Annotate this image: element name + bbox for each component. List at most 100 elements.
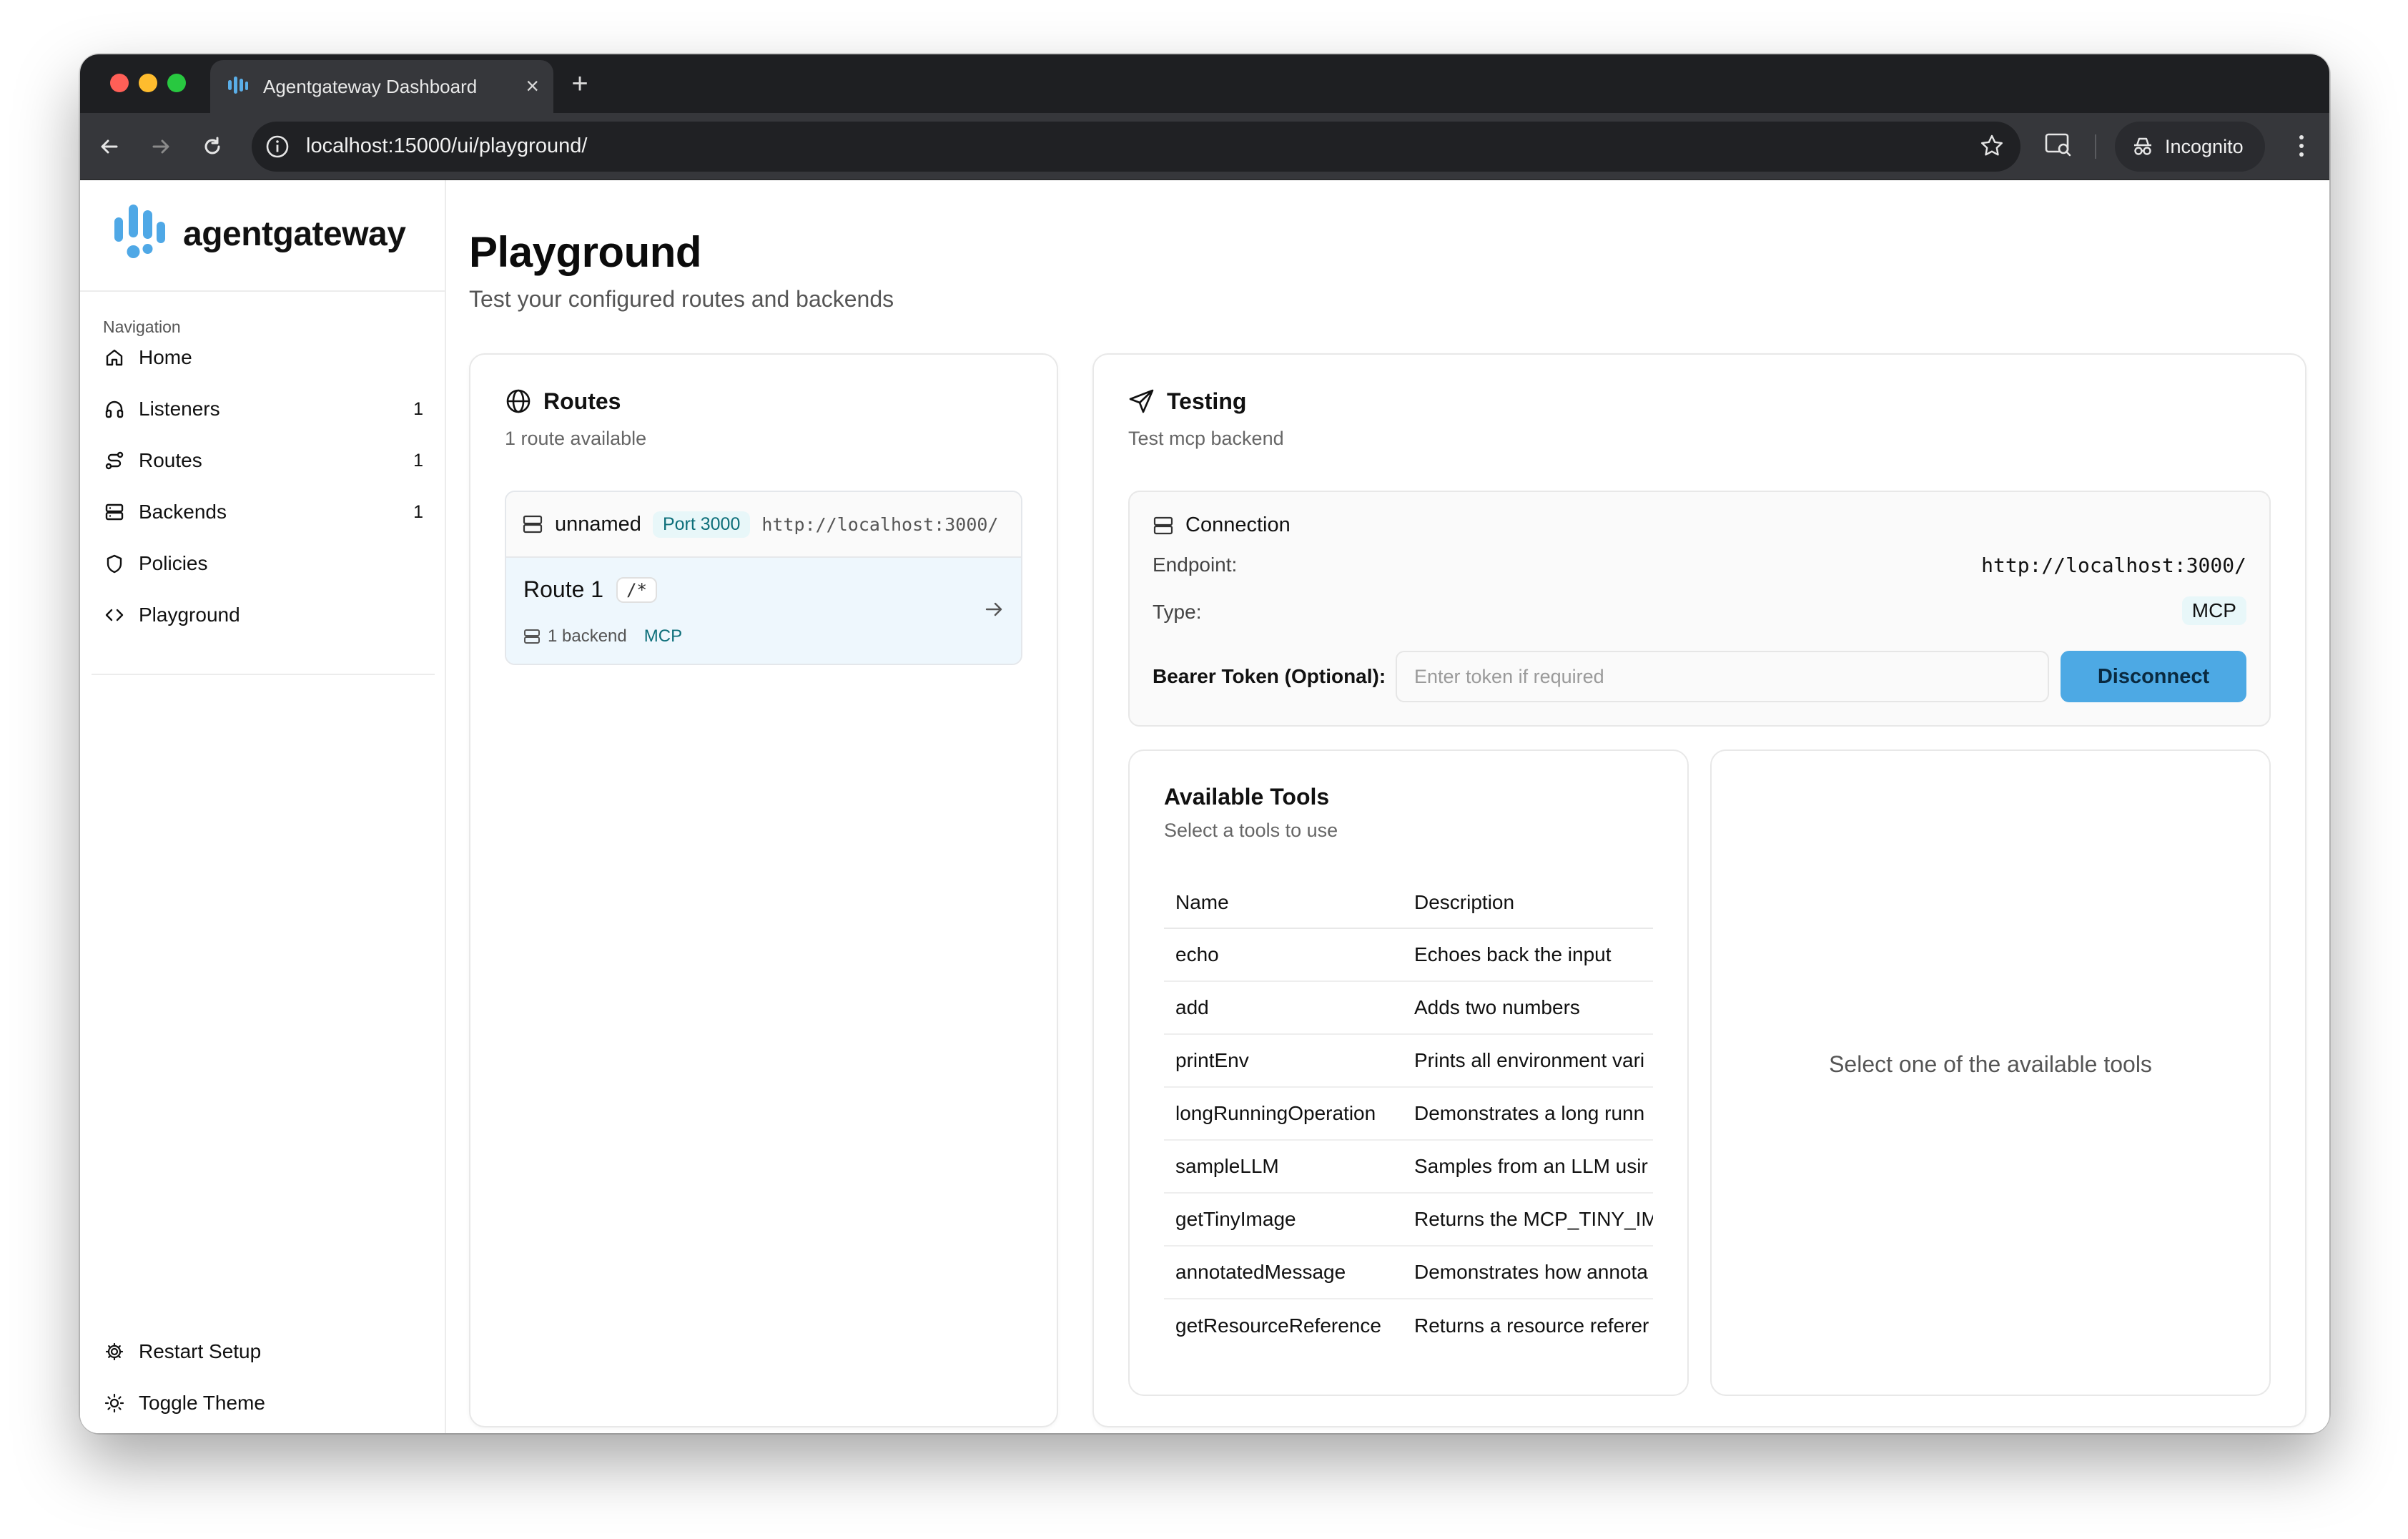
tool-description: Demonstrates how annota [1403, 1246, 1653, 1299]
tab-close-icon[interactable]: × [525, 72, 539, 100]
agentgateway-favicon-icon [228, 77, 248, 94]
table-row[interactable]: annotatedMessage Demonstrates how annota [1164, 1246, 1653, 1299]
tool-name: getTinyImage [1164, 1193, 1403, 1247]
reload-button[interactable] [194, 129, 230, 164]
tool-description: Returns the MCP_TINY_IM [1403, 1193, 1653, 1247]
tool-name: echo [1164, 928, 1403, 982]
sidebar-item-label: Home [139, 346, 192, 368]
headphones-icon [103, 398, 126, 421]
code-icon [103, 604, 126, 626]
tool-description: Demonstrates a long runn [1403, 1087, 1653, 1141]
browser-window: Agentgateway Dashboard × + localhost:150… [80, 54, 2329, 1433]
restart-setup-label: Restart Setup [139, 1340, 262, 1362]
disconnect-button[interactable]: Disconnect [2061, 651, 2246, 702]
connection-panel: Connection Endpoint: http://localhost:30… [1128, 491, 2271, 727]
back-button[interactable] [92, 129, 127, 164]
tab-strip: Agentgateway Dashboard × + [80, 54, 2329, 113]
table-row[interactable]: add Adds two numbers [1164, 981, 1653, 1035]
tool-detail-empty-message: Select one of the available tools [1829, 1051, 2152, 1077]
column-header-name: Name [1164, 877, 1403, 929]
sidebar-item-routes[interactable]: Routes 1 [103, 439, 423, 482]
tools-title: Available Tools [1164, 784, 1330, 810]
bookmark-star-icon[interactable] [1979, 133, 2005, 159]
logo[interactable]: agentgateway [112, 202, 406, 266]
page-subtitle: Test your configured routes and backends [469, 286, 894, 312]
sidebar-item-listeners[interactable]: Listeners 1 [103, 388, 423, 431]
column-header-description: Description [1403, 877, 1653, 929]
tools-subtitle: Select a tools to use [1164, 820, 1338, 841]
back-arrow-icon [101, 139, 118, 154]
shield-icon [103, 552, 126, 575]
route-backend-count: 1 backend [548, 626, 627, 646]
server-icon [1153, 516, 1173, 534]
globe-icon [506, 389, 531, 413]
routes-card-header: Routes [505, 388, 621, 415]
server-icon [524, 629, 540, 644]
address-bar[interactable]: localhost:15000/ui/playground/ [252, 122, 2020, 172]
tool-name: getResourceReference [1175, 1314, 1381, 1337]
table-row[interactable]: getResourceReference Returns a resource r… [1164, 1299, 1653, 1352]
table-row[interactable]: longRunningOperation Demonstrates a long … [1164, 1087, 1653, 1141]
forward-arrow-icon [152, 139, 169, 154]
table-row[interactable]: sampleLLM Samples from an LLM usir [1164, 1140, 1653, 1194]
sidebar-item-count: 1 [413, 398, 423, 419]
incognito-icon [2134, 137, 2151, 155]
toggle-theme-label: Toggle Theme [139, 1392, 265, 1414]
route-icon [103, 449, 126, 472]
tool-name: longRunningOperation [1164, 1087, 1403, 1141]
sidebar-item-count: 1 [413, 450, 423, 471]
bearer-token-input[interactable] [1396, 651, 2049, 702]
home-icon [103, 346, 126, 369]
endpoint-value: http://localhost:3000/ [1981, 554, 2246, 577]
page-title: Playground [469, 228, 702, 276]
arrow-right-icon [985, 602, 1002, 616]
incognito-label: Incognito [2165, 135, 2244, 157]
route-name-row: Route 1 /* [523, 576, 657, 603]
routes-card: Routes 1 route available unnamed Port 30… [469, 353, 1058, 1427]
sidebar-item-home[interactable]: Home [103, 336, 423, 379]
minimize-window-button[interactable] [139, 74, 157, 92]
agentgateway-logo-icon [114, 205, 165, 258]
browser-menu-icon[interactable] [2291, 130, 2312, 162]
testing-card-subtitle: Test mcp backend [1128, 428, 1284, 449]
testing-card-header: Testing [1128, 388, 1246, 415]
sidebar-item-backends[interactable]: Backends 1 [103, 491, 423, 534]
testing-card: Testing Test mcp backend Connection Endp… [1092, 353, 2306, 1427]
sidebar-item-label: Backends [139, 501, 227, 523]
route-name: Route 1 [523, 576, 604, 602]
routes-card-title: Routes [543, 388, 621, 414]
url-text: localhost:15000/ui/playground/ [306, 134, 588, 157]
table-row[interactable]: echo Echoes back the input [1164, 928, 1653, 982]
tool-name: add [1164, 981, 1403, 1035]
app-root: agentgateway Navigation Home Listeners 1… [80, 180, 2329, 1433]
table-row[interactable]: getTinyImage Returns the MCP_TINY_IM [1164, 1193, 1653, 1247]
new-tab-button[interactable]: + [561, 64, 599, 103]
reload-icon [204, 137, 220, 154]
tool-description: Prints all environment vari [1403, 1034, 1653, 1088]
tool-description: Returns a resource referer [1414, 1314, 1649, 1337]
type-label: Type: [1153, 601, 1202, 623]
forward-button[interactable] [143, 129, 179, 164]
incognito-indicator[interactable]: Incognito [2115, 122, 2265, 172]
sidebar-item-label: Policies [139, 552, 208, 574]
table-row[interactable]: printEnv Prints all environment vari [1164, 1034, 1653, 1088]
maximize-window-button[interactable] [167, 74, 186, 92]
tool-name: sampleLLM [1164, 1140, 1403, 1194]
connection-title: Connection [1185, 513, 1291, 536]
toggle-theme-button[interactable]: Toggle Theme [103, 1382, 423, 1425]
route-group: unnamed Port 3000 http://localhost:3000/… [505, 491, 1022, 665]
token-label: Bearer Token (Optional): [1153, 665, 1386, 687]
site-info-icon[interactable] [265, 134, 290, 159]
route-item[interactable]: Route 1 /* 1 backend MCP [506, 558, 1021, 664]
gear-icon [103, 1340, 126, 1363]
tool-detail-card: Select one of the available tools [1710, 749, 2271, 1396]
browser-tab[interactable]: Agentgateway Dashboard × [210, 60, 553, 113]
close-window-button[interactable] [110, 74, 129, 92]
restart-setup-button[interactable]: Restart Setup [103, 1330, 423, 1373]
sidebar-item-playground[interactable]: Playground [103, 594, 423, 636]
sun-icon [103, 1392, 126, 1415]
media-search-icon[interactable] [2042, 129, 2073, 160]
routes-card-subtitle: 1 route available [505, 428, 647, 449]
sidebar-item-policies[interactable]: Policies [103, 542, 423, 585]
tool-name: annotatedMessage [1164, 1246, 1403, 1299]
